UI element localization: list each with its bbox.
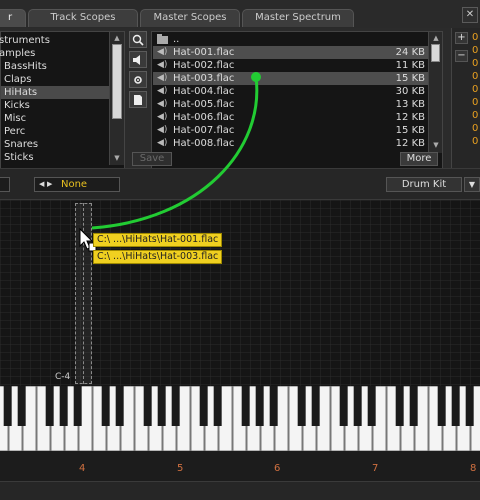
black-key[interactable]: [409, 386, 418, 426]
black-key[interactable]: [73, 386, 82, 426]
drag-line: [91, 76, 259, 230]
black-key[interactable]: [451, 386, 460, 426]
black-key[interactable]: [367, 386, 376, 426]
piano-keyboard[interactable]: [0, 386, 480, 451]
drag-tooltip: C:\ ...\HiHats\Hat-001.flac: [93, 233, 223, 247]
black-key[interactable]: [465, 386, 474, 426]
black-key[interactable]: [213, 386, 222, 426]
octave-ruler: [0, 451, 480, 481]
black-key[interactable]: [157, 386, 166, 426]
black-key[interactable]: [297, 386, 306, 426]
black-key[interactable]: [353, 386, 362, 426]
black-key[interactable]: [101, 386, 110, 426]
black-key[interactable]: [311, 386, 320, 426]
black-key[interactable]: [199, 386, 208, 426]
bottom-bar: [0, 481, 480, 500]
octave-label: 6: [274, 463, 281, 474]
black-key[interactable]: [339, 386, 348, 426]
octave-label: 5: [177, 463, 184, 474]
black-key[interactable]: [59, 386, 68, 426]
octave-label: 7: [372, 463, 379, 474]
black-key[interactable]: [395, 386, 404, 426]
keyboard-keys[interactable]: [0, 386, 480, 451]
black-key[interactable]: [115, 386, 124, 426]
black-key[interactable]: [17, 386, 26, 426]
black-key[interactable]: [3, 386, 12, 426]
black-key[interactable]: [255, 386, 264, 426]
octave-label: 4: [79, 463, 86, 474]
black-key[interactable]: [241, 386, 250, 426]
black-key[interactable]: [437, 386, 446, 426]
drag-start-dot: [251, 72, 261, 82]
black-key[interactable]: [171, 386, 180, 426]
black-key[interactable]: [45, 386, 54, 426]
black-key[interactable]: [269, 386, 278, 426]
octave-label: 8: [470, 463, 477, 474]
black-key[interactable]: [143, 386, 152, 426]
drag-tooltip: C:\ ...\HiHats\Hat-003.flac: [93, 250, 223, 264]
